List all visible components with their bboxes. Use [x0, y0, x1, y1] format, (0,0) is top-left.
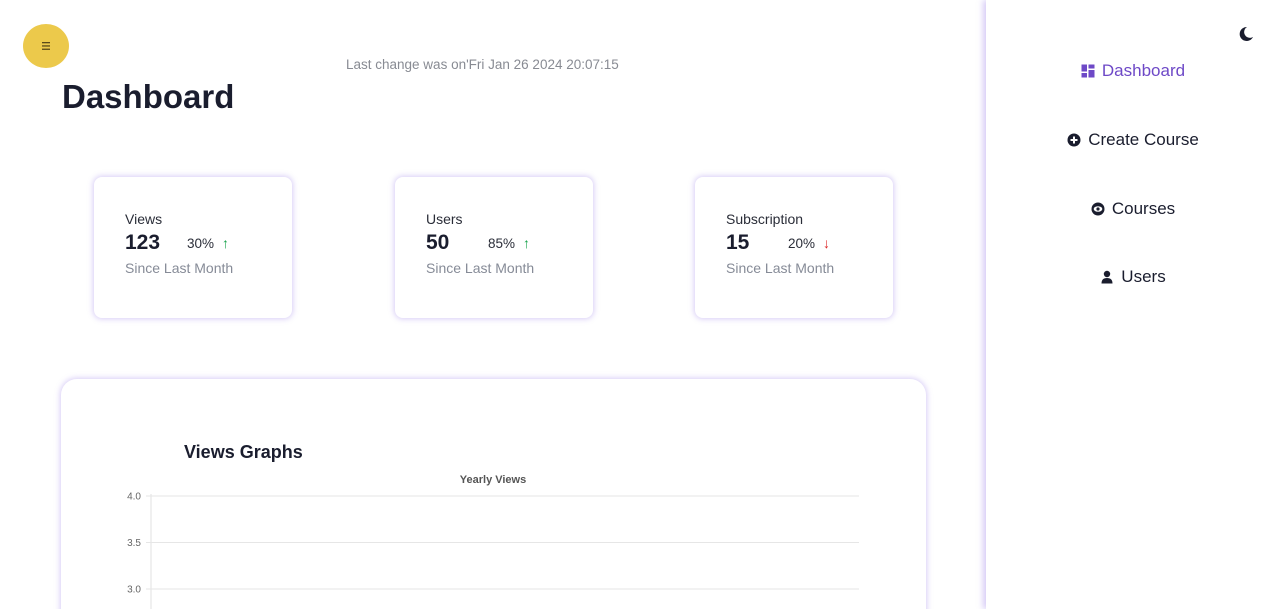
stat-since: Since Last Month	[426, 260, 535, 276]
stat-percent: 20%	[788, 235, 816, 251]
user-icon	[1101, 270, 1113, 284]
stat-since: Since Last Month	[125, 260, 234, 276]
hamburger-menu-icon	[42, 42, 50, 50]
arrow-up-icon: ↑	[222, 235, 230, 251]
sidebar-item-dashboard[interactable]: Dashboard	[986, 61, 1280, 81]
sidebar: Dashboard Create Course Courses Users	[986, 0, 1280, 609]
eye-icon	[1091, 202, 1105, 216]
sidebar-item-label: Create Course	[1088, 130, 1199, 149]
stat-value: 50	[426, 231, 450, 254]
stat-card-subscription: Subscription 15 20% ↓ Since Last Month	[695, 177, 893, 318]
sidebar-item-courses[interactable]: Courses	[986, 199, 1280, 219]
sidebar-item-create-course[interactable]: Create Course	[986, 130, 1280, 150]
stat-since: Since Last Month	[726, 260, 835, 276]
page-title: Dashboard	[62, 78, 235, 115]
yearly-views-chart: Yearly Views 4.0 3.5 3.0	[127, 474, 859, 609]
stat-value: 15	[726, 231, 750, 254]
menu-button[interactable]	[23, 24, 69, 68]
stat-value: 123	[125, 231, 161, 254]
y-tick-label: 4.0	[127, 492, 141, 503]
chart-title: Yearly Views	[460, 474, 526, 486]
stat-card-users: Users 50 85% ↑ Since Last Month	[395, 177, 593, 318]
stat-label: Views	[125, 211, 163, 227]
arrow-down-icon: ↓	[823, 235, 831, 251]
theme-toggle-button[interactable]	[1236, 24, 1256, 44]
sidebar-item-label: Dashboard	[1101, 61, 1186, 80]
sidebar-item-users[interactable]: Users	[986, 267, 1280, 287]
stat-label: Subscription	[726, 211, 804, 227]
stat-label: Users	[426, 211, 463, 227]
sidebar-item-label: Courses	[1111, 199, 1176, 218]
dashboard-grid-icon	[1081, 64, 1095, 78]
y-tick-label: 3.0	[127, 585, 141, 596]
y-tick-label: 3.5	[127, 538, 141, 549]
views-graph-card: Views Graphs Yearly Views 4.0 3.5 3.0	[61, 379, 926, 609]
stat-card-views: Views 123 30% ↑ Since Last Month	[94, 177, 292, 318]
stat-percent: 30%	[187, 235, 215, 251]
last-change-text: Last change was on'Fri Jan 26 2024 20:07…	[346, 57, 619, 72]
moon-icon	[1239, 26, 1253, 41]
sidebar-item-label: Users	[1121, 267, 1166, 286]
stat-percent: 85%	[488, 235, 516, 251]
plus-circle-icon	[1067, 133, 1081, 147]
arrow-up-icon: ↑	[523, 235, 531, 251]
